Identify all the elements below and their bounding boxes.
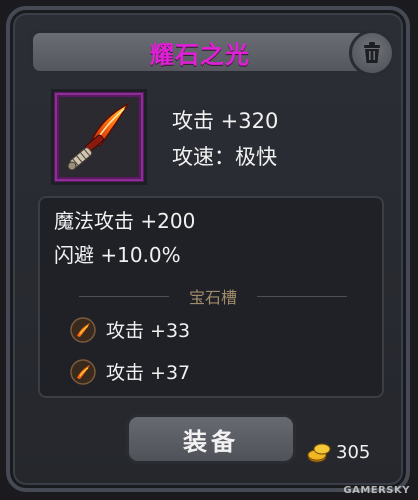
equip-button[interactable]: 装备 [126,414,296,464]
gem-slot-2[interactable]: 攻击 +37 [70,358,190,385]
coin-count: 305 [336,441,371,463]
gem-slot-1-label: 攻击 +33 [106,320,191,342]
currency-display: 305 [306,440,370,464]
item-icon-slot [59,97,139,177]
extra-stat-magic-attack: 魔法攻击 +200 [54,209,196,233]
watermark: GAMERSKY [343,485,410,496]
extra-stats: 魔法攻击 +200 闪避 +10.0% [54,204,195,272]
delete-item-button[interactable] [349,30,395,76]
item-icon-frame [51,89,147,185]
gem-slot-2-label: 攻击 +37 [106,362,191,384]
base-stat-attack-speed: 攻速：极快 [172,145,277,169]
item-title-bar: 耀石之光 [30,30,370,74]
fire-dagger-icon [67,102,130,171]
base-stat-attack: 攻击 +320 [172,109,279,133]
fire-gem-icon [70,358,96,385]
gem-slot-title: 宝石槽 [188,288,237,307]
gem-slot-header: 宝石槽 [40,284,386,308]
gem-slot-1[interactable]: 攻击 +33 [70,316,190,343]
base-stats: 攻击 +320 攻速：极快 [172,103,278,175]
extra-stats-panel: 魔法攻击 +200 闪避 +10.0% 宝石槽 攻击 +33 攻击 +37 [38,196,384,398]
trash-icon [364,42,380,63]
extra-stat-dodge: 闪避 +10.0% [54,243,181,267]
gold-coin-icon [307,443,331,463]
item-name: 耀石之光 [150,40,250,69]
fire-gem-icon [70,316,96,343]
divider-left [78,295,169,297]
divider-right [257,295,347,297]
